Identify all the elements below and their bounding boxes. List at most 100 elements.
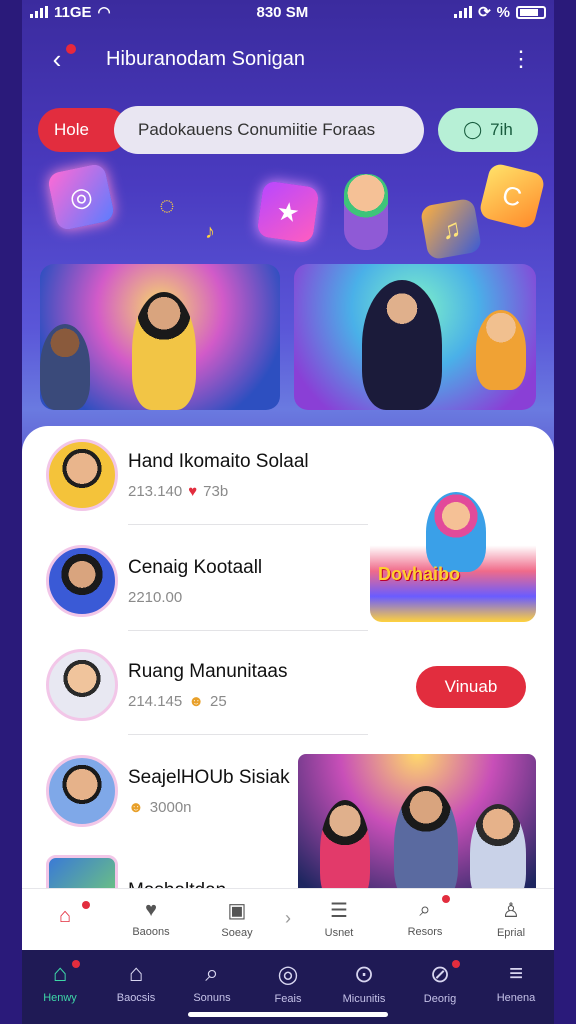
list-item-text: Cenaig Kootaall 2210.00 [128,557,262,606]
avatar [46,649,118,721]
nav-label: Baocsis [116,992,156,1004]
app-screen: ‹ Hiburanodam Sonigan ⋮ Hole Padokauens … [22,0,554,1024]
tab-label: Eprial [496,927,526,939]
likes-text: 73b [203,482,229,500]
home-icon: ⌂ [52,960,68,987]
character-figure [426,492,486,572]
person-figure [132,292,196,410]
status-time: 830 SM [256,3,309,21]
notification-dot [442,895,450,903]
count-text: 213.140 [128,482,183,500]
signal-icon-right [454,6,473,18]
nav-label: Henwy [43,992,77,1004]
divider [128,524,368,525]
tab-soeay[interactable]: ▣ Soeay [194,898,280,939]
promo-label: Dovhaibo [378,564,461,584]
list-item-meta: 2210.00 [128,589,262,606]
heart-icon: ♥ [188,482,198,500]
list-item-name: Ruang Manunitaas [128,660,288,682]
wifi-icon: ◠ [97,4,111,21]
avatar [46,755,118,827]
status-right: ⟳ % [454,3,546,21]
banner-image-left[interactable] [40,264,280,410]
tab-label: Soeay [221,927,253,939]
notification-dot [72,960,80,968]
nav-home[interactable]: ⌂ Henwy [22,960,98,1004]
emoji-icon: ☻ [128,798,144,816]
avatar [46,545,118,617]
tab-home[interactable]: ⌂ [22,901,108,932]
back-button[interactable]: ‹ [44,44,76,74]
list-item-name: Hand Ikomaito Solaal [128,450,309,472]
tab-label: Resors [407,926,443,938]
chevron-right-icon: › [285,908,291,928]
nav-feais[interactable]: ◎ Feais [250,960,326,1005]
zoom-icon: ⊙ [353,961,375,988]
count-text: 3000n [149,798,192,816]
tab-label: Usnet [324,927,354,939]
chat-icon: ◌ [159,189,175,220]
carrier-text: 11GE [54,3,92,21]
nav-henena[interactable]: ≡ Henena [478,960,554,1004]
character-icon [344,174,388,250]
trend-icon: ⊘ [429,961,451,988]
sync-icon: ⟳ [478,4,491,21]
heart-icon: ♥ [145,899,157,921]
nav-sonuns[interactable]: ⌕ Sonuns [174,960,250,1004]
letter-tile-icon: C [478,162,546,230]
music-tile-icon: ♫ [419,197,483,261]
chat-pill-button[interactable]: ◯ 7ih [438,108,538,152]
person-figure [362,280,442,410]
menu-icon: ≡ [508,960,523,987]
person-figure [394,786,458,904]
notification-dot [82,901,90,909]
nav-label: Micunitis [342,993,386,1005]
notification-dot [66,44,76,54]
divider [128,630,368,631]
page-title: Hiburanodam Sonigan [106,47,306,70]
promo-image[interactable]: Dovhaibo [370,452,536,622]
nav-baocsis[interactable]: ⌂ Baocsis [98,960,174,1004]
home-icon: ⌂ [58,905,72,927]
filter-row: Hole Padokauens Conumiitie Foraas ◯ 7ih [38,106,538,154]
star-icon: ★ [256,180,320,244]
list-item[interactable]: Cenaig Kootaall 2210.00 [46,536,366,626]
person-figure-side [40,324,90,410]
list-item[interactable]: Hand Ikomaito Solaal 213.140 ♥ 73b [46,430,366,520]
more-vertical-icon[interactable]: ⋮ [510,48,532,70]
signal-icon [30,6,48,18]
status-left: 11GE ◠ [30,3,111,21]
building-icon: ⌂ [128,960,144,987]
nav-label: Feais [274,993,302,1005]
social-app-icon: ◎ [46,162,116,232]
list-item-name: SeajelHOUb Sisiak [128,766,290,788]
list-item-meta: 213.140 ♥ 73b [128,483,309,500]
tab-eprial[interactable]: ♙ Eprial [468,898,554,939]
search-pill[interactable]: Padokauens Conumiitie Foraas [114,106,424,154]
group-photo[interactable] [298,754,536,904]
nav-deorig[interactable]: ⊘ Deorig [402,960,478,1005]
nav-micunitis[interactable]: ⊙ Micunitis [326,960,402,1005]
user-icon: ♙ [502,900,520,922]
tab-baoons[interactable]: ♥ Baoons [108,899,194,938]
list-item-meta: 214.145 ☻ 25 [128,693,288,710]
notification-dot [452,960,460,968]
avatar [46,439,118,511]
music-note-icon: ♪ [205,220,215,243]
list-icon: ☰ [330,900,348,922]
home-indicator[interactable] [188,1012,388,1017]
list-item-text: Hand Ikomaito Solaal 213.140 ♥ 73b [128,451,309,500]
tab-usnet[interactable]: ☰ Usnet [296,898,382,939]
emoji-icon: ☻ [188,692,205,710]
tab-resors[interactable]: ⌕ Resors [382,895,468,938]
compass-icon: ◎ [277,961,299,988]
decorative-icons: ◎ ◌ ♪ ★ ♫ C [22,160,554,261]
search-icon: ⌕ [419,899,431,921]
list-item-text: SeajelHOUb Sisiak ☻ 3000n [128,767,290,816]
nav-label: Henena [496,992,536,1004]
list-item-text: Ruang Manunitaas 214.145 ☻ 25 [128,661,288,710]
nav-label: Sonuns [193,992,231,1004]
banner-image-right[interactable] [294,264,536,410]
list-item[interactable]: Ruang Manunitaas 214.145 ☻ 25 [46,640,366,730]
cta-button[interactable]: Vinuab [416,666,526,708]
